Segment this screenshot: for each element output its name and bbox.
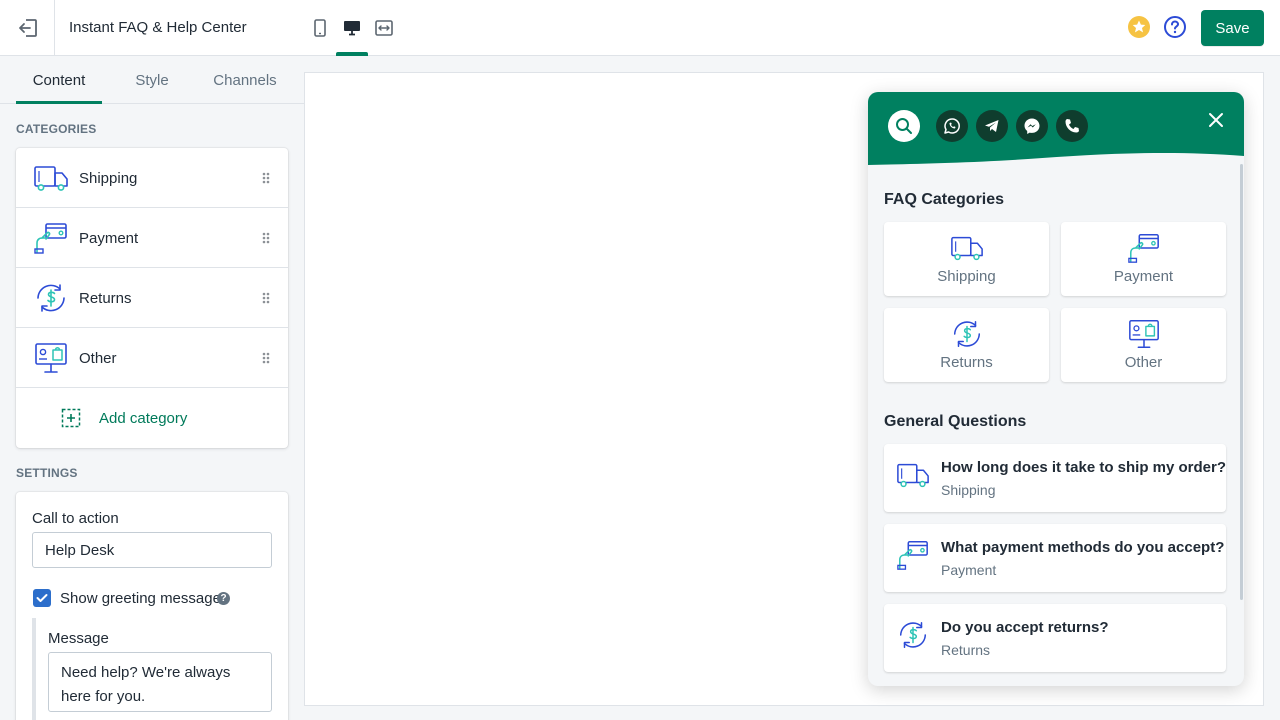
add-category-label: Add category xyxy=(99,410,188,427)
question-title: How long does it take to ship my order? xyxy=(941,459,1227,476)
greeting-checkbox[interactable] xyxy=(33,589,51,607)
message-textarea[interactable]: Need help? We're always here for you. xyxy=(48,652,272,712)
widget-search-button[interactable] xyxy=(888,110,920,142)
tab-style[interactable]: Style xyxy=(116,56,188,104)
categories-card: Shipping Payment Returns Other Add categ… xyxy=(16,148,288,448)
cta-label: Call to action xyxy=(32,510,119,527)
faq-categories-heading: FAQ Categories xyxy=(884,191,1005,208)
category-label: Other xyxy=(79,350,117,367)
telegram-icon xyxy=(985,120,999,132)
category-row-shipping[interactable]: Shipping xyxy=(16,148,288,208)
categories-heading: CATEGORIES xyxy=(16,122,97,136)
widget-scrollbar[interactable] xyxy=(1240,164,1243,600)
question-title: What payment methods do you accept? xyxy=(941,539,1225,556)
phone-icon xyxy=(1065,119,1079,133)
payment-card-icon xyxy=(33,222,69,254)
desktop-icon xyxy=(344,21,360,36)
editor-tabs: Content Style Channels xyxy=(0,56,304,104)
help-widget-preview: FAQ Categories Shipping Payment Returns … xyxy=(868,92,1244,686)
mobile-icon xyxy=(314,19,326,37)
star-icon xyxy=(1128,16,1150,38)
messenger-button[interactable] xyxy=(1016,110,1048,142)
desktop-preview-button[interactable] xyxy=(336,12,368,44)
returns-dollar-icon xyxy=(896,619,930,651)
question-category: Returns xyxy=(941,642,991,658)
divider xyxy=(54,0,55,56)
app-title: Instant FAQ & Help Center xyxy=(69,19,247,36)
drag-handle-icon[interactable] xyxy=(260,230,272,246)
search-icon xyxy=(896,118,912,134)
telegram-button[interactable] xyxy=(976,110,1008,142)
question-title: Do you accept returns? xyxy=(941,619,1109,636)
tab-content[interactable]: Content xyxy=(16,56,102,104)
question-category: Shipping xyxy=(941,482,996,498)
add-category-button[interactable]: Add category xyxy=(16,388,288,448)
tile-label: Payment xyxy=(1113,268,1174,285)
category-row-returns[interactable]: Returns xyxy=(16,268,288,328)
active-device-indicator xyxy=(336,52,368,56)
help-icon xyxy=(1164,16,1186,38)
faq-tile-shipping[interactable]: Shipping xyxy=(884,222,1049,296)
category-label: Shipping xyxy=(79,170,138,187)
settings-heading: SETTINGS xyxy=(16,466,78,480)
widget-close-button[interactable] xyxy=(1204,108,1228,132)
top-bar: Instant FAQ & Help Center Save xyxy=(0,0,1280,56)
category-row-payment[interactable]: Payment xyxy=(16,208,288,268)
faq-tile-other[interactable]: Other xyxy=(1061,308,1226,382)
tile-label: Returns xyxy=(940,354,993,371)
check-icon xyxy=(36,594,48,602)
drag-handle-icon[interactable] xyxy=(260,170,272,186)
category-row-other[interactable]: Other xyxy=(16,328,288,388)
returns-dollar-icon xyxy=(950,318,984,350)
tile-label: Shipping xyxy=(937,268,996,285)
mobile-preview-button[interactable] xyxy=(304,12,336,44)
payment-card-icon xyxy=(896,539,930,571)
shipping-truck-icon xyxy=(33,162,69,194)
settings-card: Call to action Show greeting message ? M… xyxy=(16,492,288,720)
whatsapp-button[interactable] xyxy=(936,110,968,142)
drag-handle-icon[interactable] xyxy=(260,350,272,366)
info-icon[interactable]: ? xyxy=(217,592,230,605)
whatsapp-icon xyxy=(944,118,960,134)
category-label: Payment xyxy=(79,230,139,247)
tab-channels[interactable]: Channels xyxy=(200,56,290,104)
editor-sidebar: Content Style Channels CATEGORIES Shippi… xyxy=(0,56,304,720)
help-button[interactable] xyxy=(1163,15,1187,39)
question-card[interactable]: How long does it take to ship my order? … xyxy=(884,444,1226,512)
active-tab-indicator xyxy=(16,101,102,104)
greeting-checkbox-label[interactable]: Show greeting message xyxy=(60,590,221,607)
fullwidth-preview-button[interactable] xyxy=(368,12,400,44)
add-icon xyxy=(61,408,81,428)
messenger-icon xyxy=(1024,118,1040,134)
other-monitor-icon xyxy=(1127,318,1161,350)
save-button[interactable]: Save xyxy=(1201,10,1264,46)
indent-bar xyxy=(32,618,36,720)
general-questions-heading: General Questions xyxy=(884,413,1027,430)
shipping-truck-icon xyxy=(950,232,984,264)
exit-button[interactable] xyxy=(12,12,44,44)
other-monitor-icon xyxy=(33,342,69,374)
faq-tile-returns[interactable]: Returns xyxy=(884,308,1049,382)
cta-input[interactable] xyxy=(32,532,272,568)
payment-card-icon xyxy=(1127,232,1161,264)
tile-label: Other xyxy=(1124,354,1163,371)
review-star-button[interactable] xyxy=(1127,15,1151,39)
phone-button[interactable] xyxy=(1056,110,1088,142)
question-card[interactable]: What payment methods do you accept? Paym… xyxy=(884,524,1226,592)
question-card[interactable]: Do you accept returns? Returns xyxy=(884,604,1226,672)
message-label: Message xyxy=(48,630,109,647)
close-icon xyxy=(1209,113,1223,127)
exit-icon xyxy=(19,19,37,37)
shipping-truck-icon xyxy=(896,459,930,491)
question-category: Payment xyxy=(941,562,997,578)
returns-dollar-icon xyxy=(33,282,69,314)
faq-tile-payment[interactable]: Payment xyxy=(1061,222,1226,296)
category-label: Returns xyxy=(79,290,132,307)
fullwidth-icon xyxy=(375,20,393,36)
drag-handle-icon[interactable] xyxy=(260,290,272,306)
